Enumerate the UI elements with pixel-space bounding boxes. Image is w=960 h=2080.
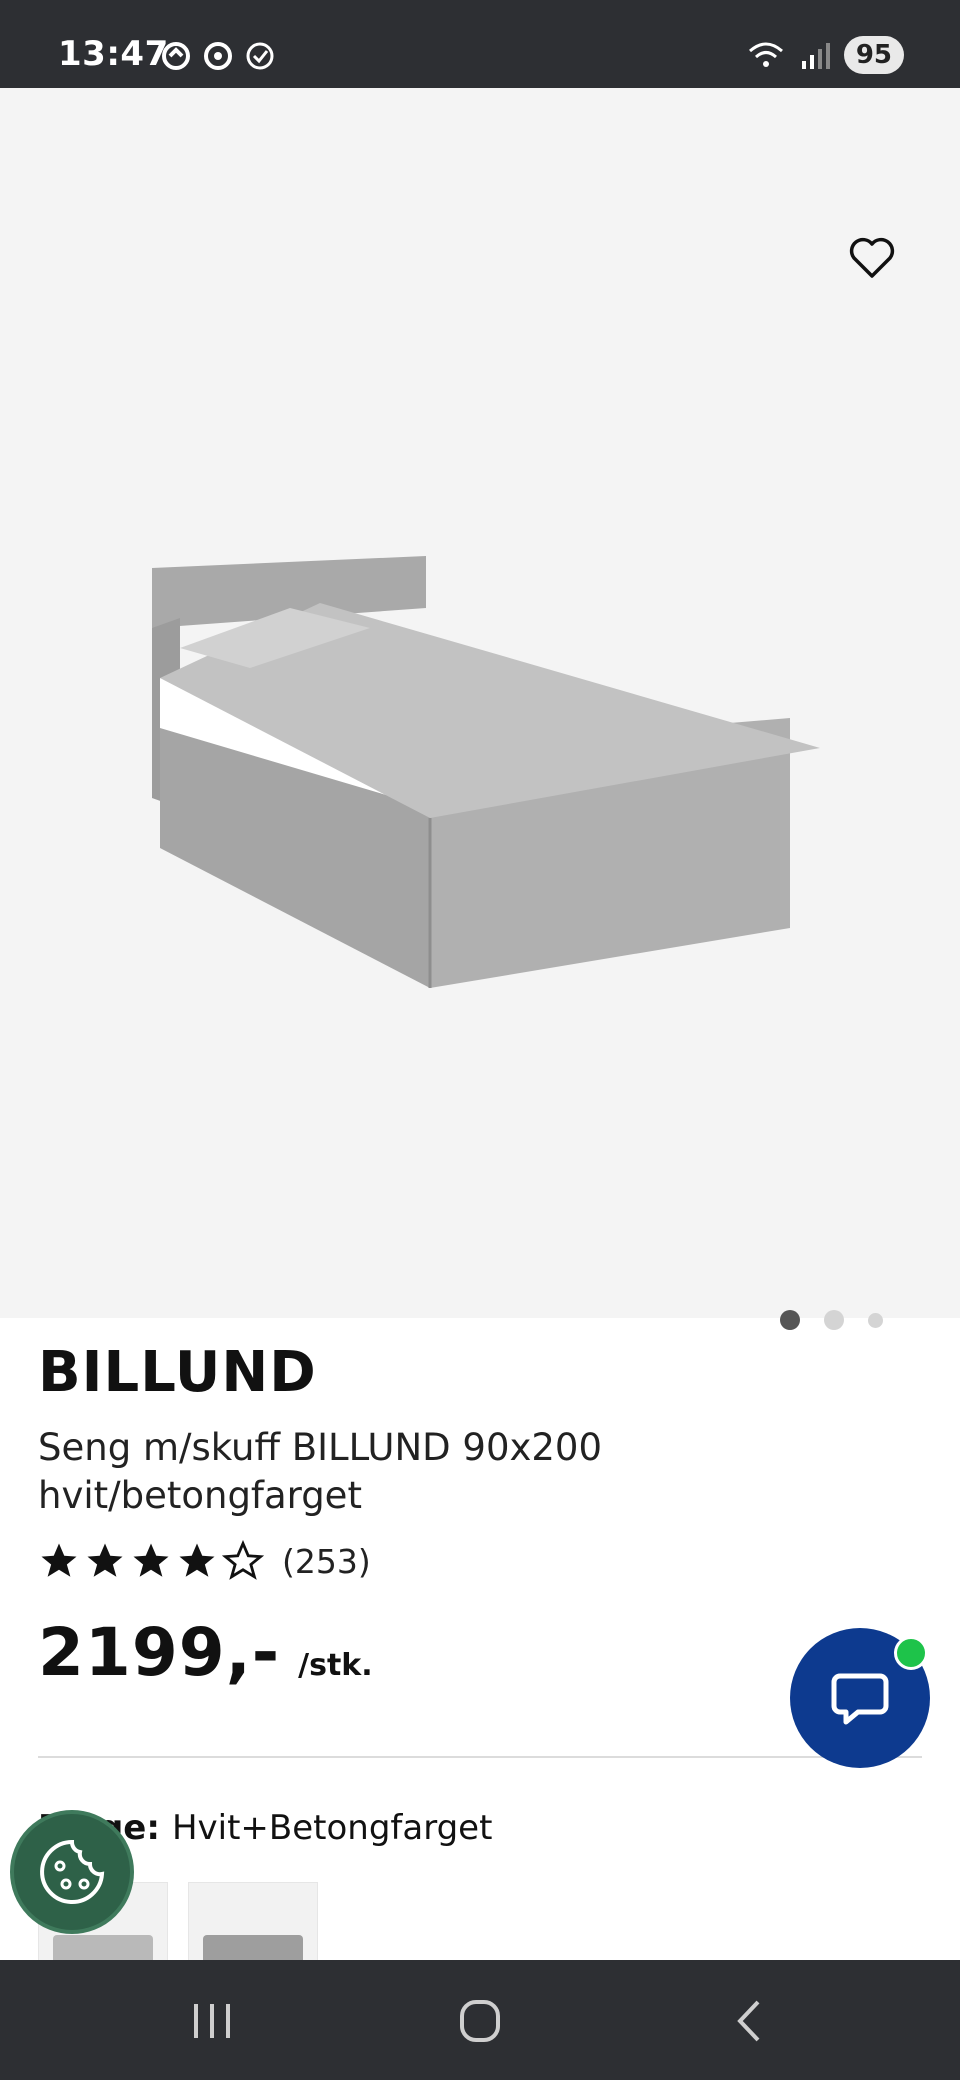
signal-icon (801, 43, 830, 69)
vpn-icon (204, 42, 232, 70)
home-button[interactable] (450, 1996, 510, 2046)
battery-indicator: 95 (843, 36, 904, 74)
system-navigation-bar (0, 1960, 960, 2080)
carousel-dot[interactable] (824, 1310, 844, 1330)
star-filled-icon (87, 1543, 123, 1577)
color-value: Hvit+Betongfarget (171, 1808, 493, 1848)
carousel-dot-active[interactable] (780, 1310, 800, 1330)
status-notification-icons (160, 40, 276, 72)
cookie-icon (40, 1839, 105, 1904)
cookie-settings-button[interactable] (10, 1810, 134, 1934)
wifi-icon (748, 42, 783, 67)
review-count[interactable]: (253) (282, 1542, 371, 1581)
home-icon (460, 2000, 500, 2042)
price-row: 2199,- /stk. (38, 1614, 373, 1691)
carousel-dot[interactable] (868, 1312, 883, 1328)
color-variant-thumbnail[interactable] (188, 1882, 318, 1962)
chat-online-badge (894, 1636, 928, 1670)
sync-icon (162, 42, 190, 70)
price-unit: /stk. (298, 1648, 373, 1683)
recent-apps-icon (194, 2004, 230, 2038)
recent-apps-button[interactable] (182, 1996, 242, 2046)
back-button[interactable] (720, 1996, 780, 2046)
product-brand: BILLUND (38, 1340, 317, 1405)
favorite-button[interactable] (848, 234, 896, 282)
back-icon (737, 2000, 760, 2042)
product-description: Seng m/skuff BILLUND 90x200 hvit/betongf… (38, 1426, 603, 1517)
product-image (152, 556, 820, 988)
star-filled-icon (41, 1543, 77, 1577)
star-empty-icon (222, 1540, 264, 1580)
status-bar: 13:47 95 (0, 0, 960, 88)
section-divider (38, 1756, 922, 1758)
status-time: 13:47 (58, 34, 169, 74)
status-system-icons: 95 (746, 36, 904, 74)
rating-row[interactable]: (253) (38, 1540, 371, 1582)
product-price: 2199,- (38, 1614, 281, 1691)
heart-outline-icon (849, 237, 895, 278)
carousel-indicator (780, 1310, 883, 1330)
star-filled-icon (133, 1543, 169, 1577)
product-image-gallery[interactable] (0, 88, 960, 1330)
star-filled-icon (179, 1543, 215, 1577)
chat-bubble-icon (831, 1673, 889, 1725)
check-circle-icon (246, 42, 274, 70)
